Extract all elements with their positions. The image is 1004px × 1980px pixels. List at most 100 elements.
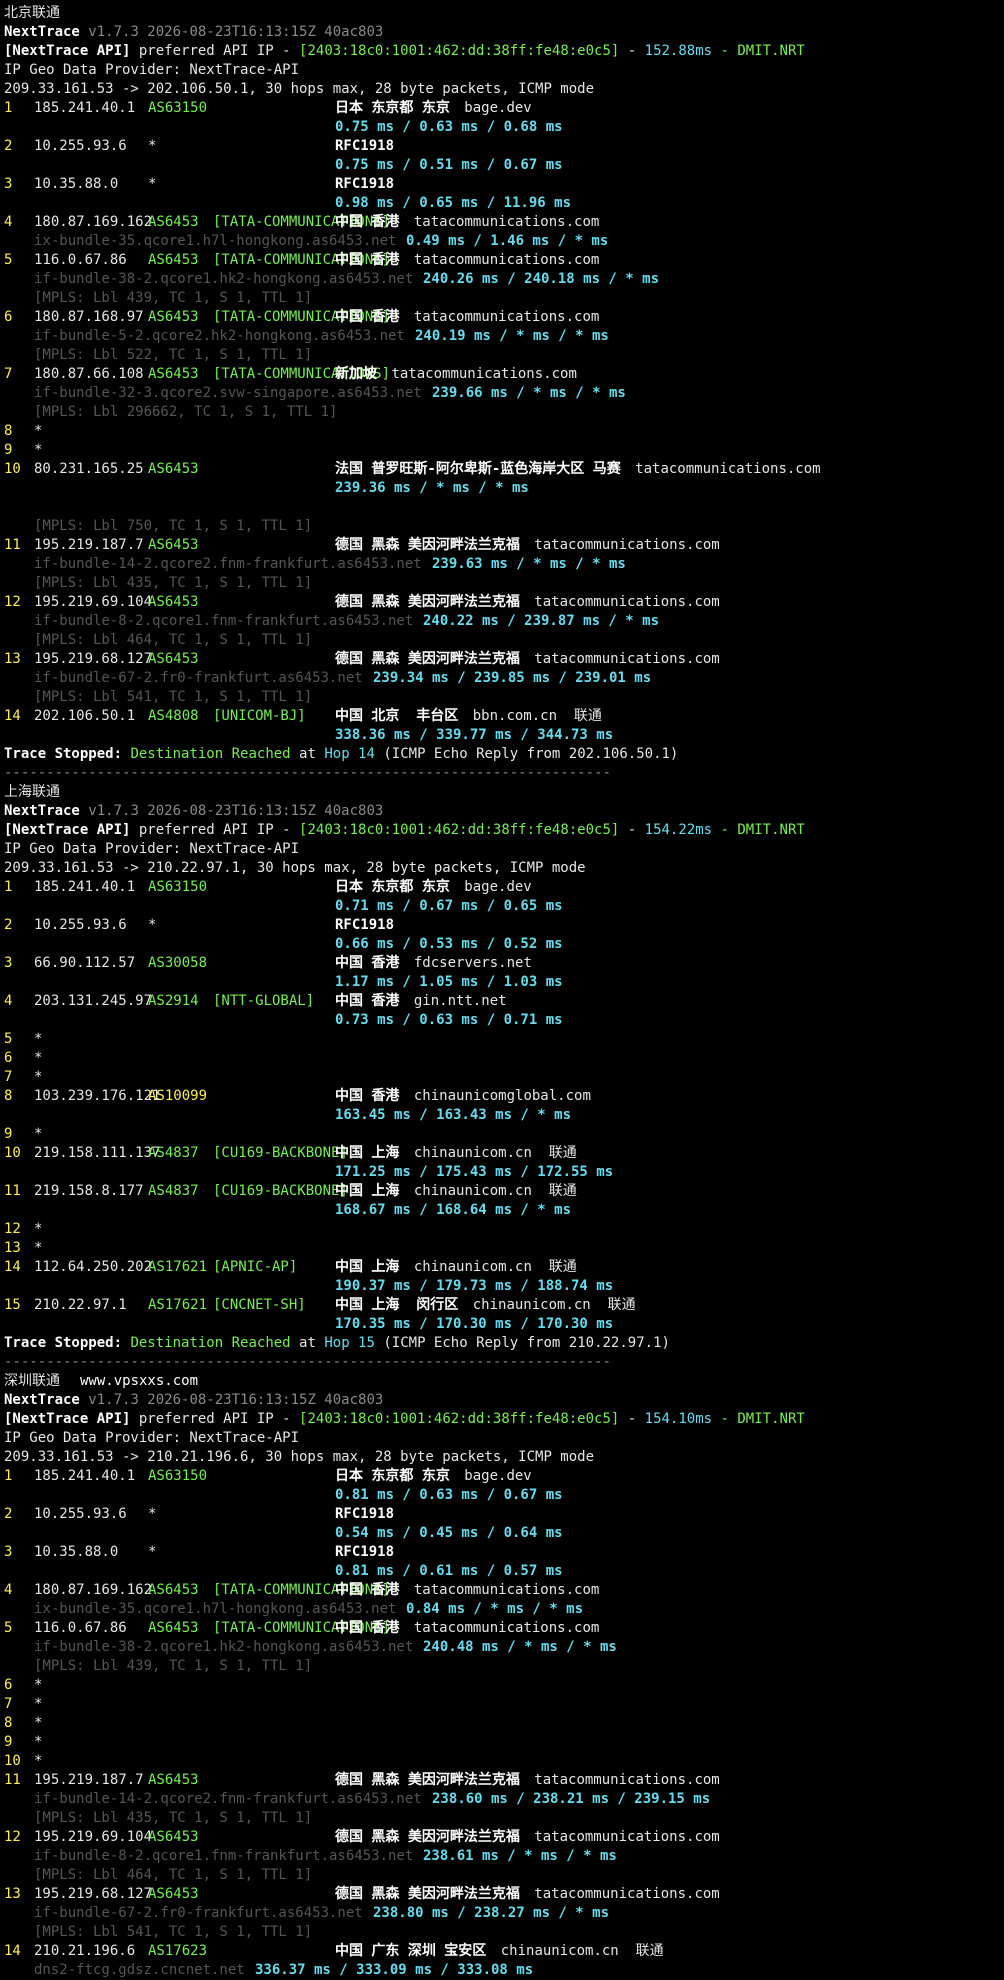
hop-geo: 中国 香港 [335, 955, 400, 971]
hop-rtt-row: 0.66 ms / 0.53 ms / 0.52 ms [0, 935, 1004, 954]
hop-domain: tatacommunications.com [635, 461, 821, 477]
hop-mpls-row: [MPLS: Lbl 296662, TC 1, S 1, TTL 1] [0, 403, 1004, 422]
hop-domain: tatacommunications.com [413, 309, 600, 325]
hop-rtt-row: 0.73 ms / 0.63 ms / 0.71 ms [0, 1011, 1004, 1030]
hop-rtt: 0.98 ms / 0.65 ms / 11.96 ms [335, 195, 572, 211]
hop-number: 5 [4, 252, 13, 268]
hop-rtt: 238.61 ms / * ms / * ms [423, 1848, 617, 1864]
hop-host-row: ix-bundle-35.qcore1.h7l-hongkong.as6453.… [0, 232, 1004, 251]
hop-host-row: if-bundle-32-3.qcore2.svw-singapore.as64… [0, 384, 1004, 403]
hop-domain: tatacommunications.com [534, 594, 720, 610]
hop-host-row: if-bundle-67-2.fr0-frankfurt.as6453.net 2… [0, 669, 1004, 688]
hop-number: 9 [4, 442, 13, 458]
hop-asn: AS4837 [148, 1183, 199, 1199]
text-run: 中国 上海 chinaunicom.cn 联通 [335, 1182, 577, 1201]
hop-number: 4 [4, 1582, 13, 1598]
provider-line: IP Geo Data Provider: NextTrace-API [0, 1429, 1004, 1448]
hop-geo: 中国 香港 [335, 214, 400, 230]
hop-number: 11 [4, 537, 21, 553]
hop-host-row: if-bundle-5-2.qcore2.hk2-hongkong.as6453… [0, 327, 1004, 346]
section-title-text: 深圳联通 [4, 1373, 60, 1389]
hop-row: 11 195.219.187.7 AS6453 德国 黑森 美因河畔法兰克福 tata… [0, 1771, 1004, 1790]
hop-row: 14 112.64.250.202 AS17621 [APNIC-AP] 中国 上海 c… [0, 1258, 1004, 1277]
hop-geo: 中国 香港 [335, 1620, 400, 1636]
hop-number: 9 [4, 1734, 13, 1750]
stopped-label: Trace Stopped: [4, 1335, 123, 1351]
section-title: 深圳联通 www.vpsxxs.com [0, 1372, 1004, 1391]
text-run: 中国 上海 chinaunicom.cn 联通 [335, 1258, 577, 1277]
hop-ip: * [34, 1734, 43, 1750]
hop-row: 11 195.219.187.7 AS6453 德国 黑森 美因河畔法兰克福 tata… [0, 536, 1004, 555]
version-line: NextTrace v1.7.3 2026-08-23T16:13:15Z 40… [0, 23, 1004, 42]
hop-org: [CU169-BACKBONE] [213, 1183, 348, 1199]
hop-ip: 80.231.165.25 [34, 461, 144, 477]
text-run: 法国 普罗旺斯-阿尔卑斯-蓝色海岸大区 马赛 tatacommunication… [335, 460, 821, 479]
hop-number: 7 [4, 1696, 13, 1712]
hop-hostname: dns2-ftcg.gdsz.cncnet.net [34, 1962, 245, 1978]
hop-mpls: [MPLS: Lbl 464, TC 1, S 1, TTL 1] [34, 1867, 313, 1883]
hop-mpls-row: [MPLS: Lbl 435, TC 1, S 1, TTL 1] [0, 574, 1004, 593]
hop-ip: 10.35.88.0 [34, 1544, 119, 1560]
api-line: [NextTrace API] preferred API IP - [2403… [0, 821, 1004, 840]
hop-number: 13 [4, 651, 21, 667]
hop-number: 5 [4, 1620, 13, 1636]
hop-asn: AS17621 [148, 1259, 208, 1275]
hop-asn: AS6453 [148, 366, 199, 382]
api-latency: 154.10ms [644, 1411, 713, 1427]
text-run: NextTrace v1.7.3 2026-08-23T16:13:15Z 40… [4, 23, 383, 42]
hop-domain: tatacommunications.com [413, 1582, 600, 1598]
hop-mpls: [MPLS: Lbl 522, TC 1, S 1, TTL 1] [34, 347, 313, 363]
trace-stopped: Trace Stopped: Destination Reached at Ho… [0, 1334, 1004, 1353]
hop-mpls: [MPLS: Lbl 435, TC 1, S 1, TTL 1] [34, 575, 313, 591]
hop-number: 6 [4, 309, 13, 325]
hop-row: 8 103.239.176.121 AS10099 中国 香港 chinaunicom… [0, 1087, 1004, 1106]
hop-ip: 219.158.111.137 [34, 1145, 161, 1161]
hop-ip: 112.64.250.202 [34, 1259, 153, 1275]
provider-text: IP Geo Data Provider: NextTrace-API [4, 841, 300, 857]
api-latency: 152.88ms [644, 43, 713, 59]
hop-row: 9 * [0, 441, 1004, 460]
hop-asn: * [148, 1544, 157, 1560]
hop-ip: 203.131.245.97 [34, 993, 153, 1009]
version-info: v1.7.3 2026-08-23T16:13:15Z 40ac803 [88, 1392, 384, 1408]
hop-host-row: if-bundle-14-2.qcore2.fnm-frankfurt.as64… [0, 1790, 1004, 1809]
hop-row: 15 210.22.97.1 AS17621 [CNCNET-SH] 中国 上海 闵行区… [0, 1296, 1004, 1315]
hop-mpls: [MPLS: Lbl 541, TC 1, S 1, TTL 1] [34, 1924, 313, 1940]
hop-row: 4 180.87.169.162 AS6453 [TATA-COMMUNICATION… [0, 213, 1004, 232]
hop-asn: * [148, 917, 157, 933]
hop-mpls-row: [MPLS: Lbl 541, TC 1, S 1, TTL 1] [0, 1923, 1004, 1942]
hop-asn: * [148, 1506, 157, 1522]
text-run: RFC1918 [335, 137, 394, 156]
hop-host-row: if-bundle-38-2.qcore1.hk2-hongkong.as645… [0, 270, 1004, 289]
hop-ip: * [34, 1069, 43, 1085]
hop-rtt-row: 163.45 ms / 163.43 ms / * ms [0, 1106, 1004, 1125]
text-run: 中国 香港 tatacommunications.com [335, 308, 599, 327]
hop-rtt: 0.66 ms / 0.53 ms / 0.52 ms [335, 936, 563, 952]
hop-number: 14 [4, 1943, 21, 1959]
hop-rtt: 240.22 ms / 239.87 ms / * ms [423, 613, 660, 629]
hop-row: 5 116.0.67.86 AS6453 [TATA-COMMUNICATIONS] 中… [0, 251, 1004, 270]
hop-hostname: if-bundle-8-2.qcore1.fnm-frankfurt.as645… [34, 613, 414, 629]
hop-hostname: if-bundle-14-2.qcore2.fnm-frankfurt.as64… [34, 556, 422, 572]
hop-row: 3 10.35.88.0 * RFC1918 [0, 175, 1004, 194]
hop-geo: 日本 东京都 东京 [335, 100, 450, 116]
hop-rtt: 0.84 ms / * ms / * ms [406, 1601, 584, 1617]
hop-row: 6 180.87.168.97 AS6453 [TATA-COMMUNICATIONS… [0, 308, 1004, 327]
hop-row: 11 219.158.8.177 AS4837 [CU169-BACKBONE] 中国 … [0, 1182, 1004, 1201]
api-text: preferred API IP - [138, 822, 291, 838]
hop-domain: bage.dev [464, 879, 532, 895]
hop-ip: 210.22.97.1 [34, 1297, 127, 1313]
hop-geo: 中国 香港 [335, 1582, 400, 1598]
hop-mpls-row: [MPLS: Lbl 435, TC 1, S 1, TTL 1] [0, 1809, 1004, 1828]
hop-ip: * [34, 1240, 43, 1256]
hop-asn: AS10099 [148, 1088, 208, 1104]
hop-ip: 180.87.66.108 [34, 366, 144, 382]
hop-mpls-row: [MPLS: Lbl 464, TC 1, S 1, TTL 1] [0, 631, 1004, 650]
api-text: preferred API IP - [138, 43, 291, 59]
hop-number: 12 [4, 594, 21, 610]
hop-number: 10 [4, 461, 21, 477]
hop-mpls-row: [MPLS: Lbl 522, TC 1, S 1, TTL 1] [0, 346, 1004, 365]
hop-domain: tatacommunications.com [391, 366, 577, 382]
hop-asn: AS63150 [148, 100, 208, 116]
hop-row: 10 219.158.111.137 AS4837 [CU169-BACKBONE] 中… [0, 1144, 1004, 1163]
